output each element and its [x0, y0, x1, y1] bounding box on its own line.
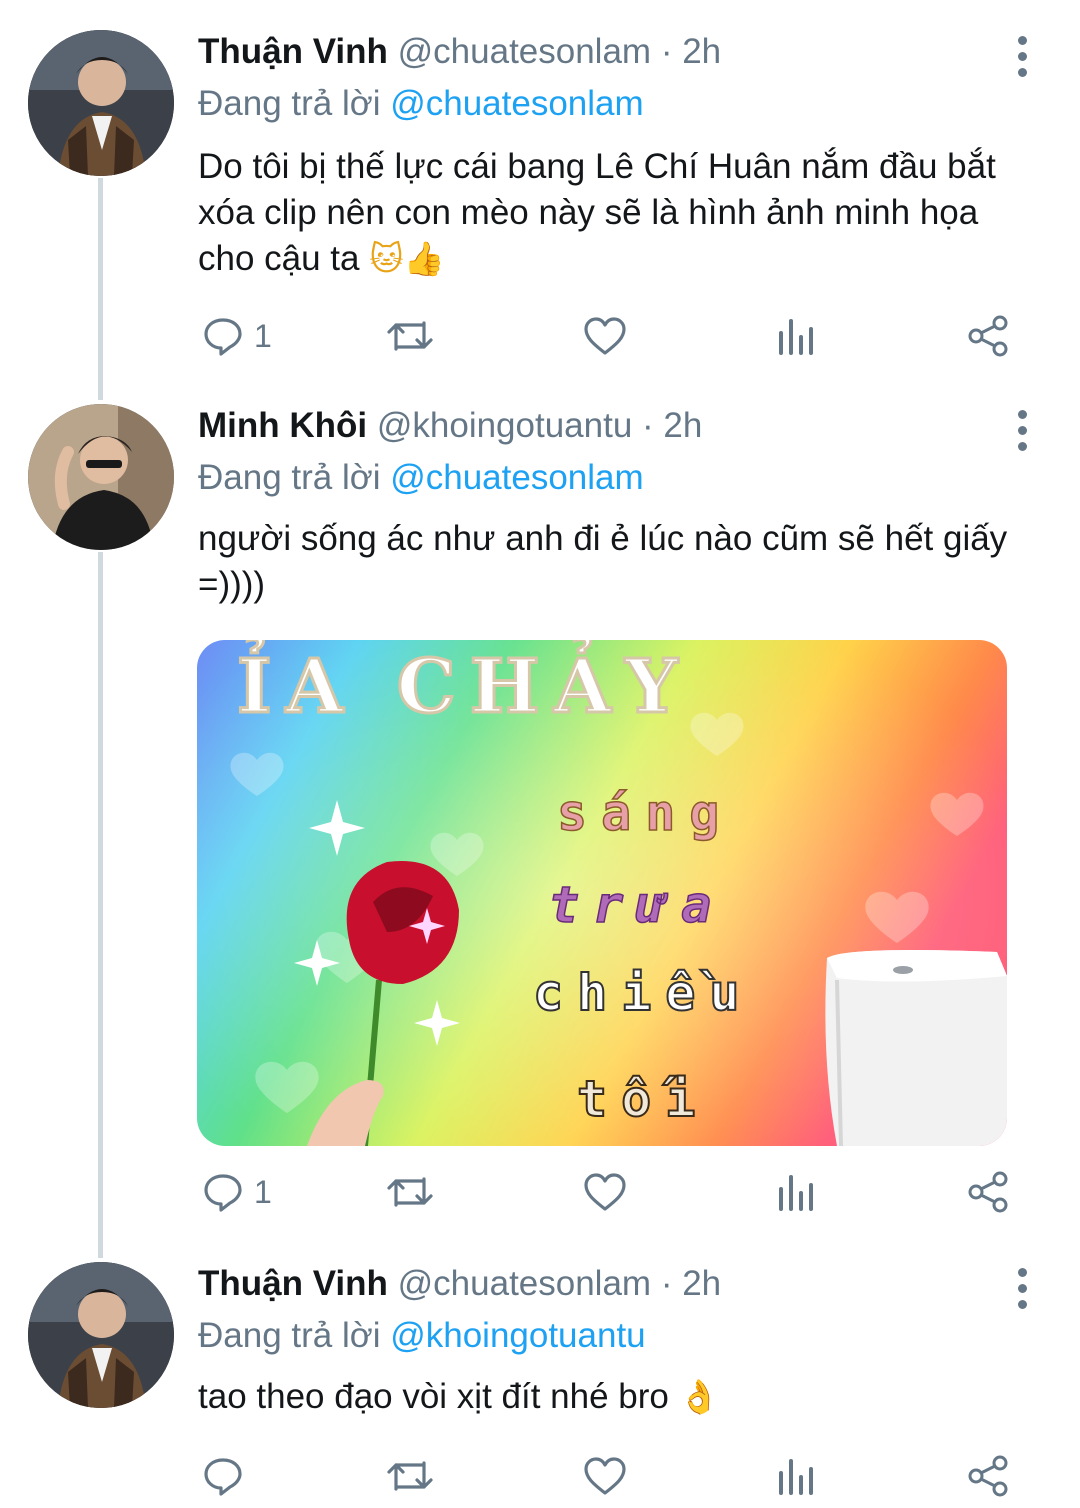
heart-icon [584, 317, 626, 355]
share-button[interactable] [966, 306, 1010, 366]
tweet-text: tao theo đạo vòi xịt đít nhé bro 👌 [198, 1374, 1038, 1420]
retweet-button[interactable] [386, 1162, 434, 1222]
analytics-button[interactable] [776, 306, 816, 366]
replying-to: Đang trả lời @khoingotuantu [198, 1314, 646, 1358]
media-line-2: trưa [549, 876, 725, 934]
reply-count: 1 [254, 317, 272, 354]
retweet-button[interactable] [386, 1446, 434, 1506]
more-options-icon[interactable] [1000, 26, 1044, 86]
replying-handle[interactable]: @chuatesonlam [390, 458, 643, 497]
tweet-text: người sống ác như anh đi ẻ lúc nào cũm s… [198, 516, 1038, 608]
analytics-icon [779, 1175, 813, 1211]
display-name[interactable]: Thuận Vinh [198, 1264, 388, 1303]
media-title: ỈA CHẢY [237, 640, 692, 730]
retweet-icon [387, 1461, 433, 1491]
analytics-icon [779, 1459, 813, 1495]
cat-face-icon: 🐱 [369, 239, 404, 278]
display-name[interactable]: Minh Khôi [198, 406, 367, 445]
display-name[interactable]: Thuận Vinh [198, 32, 388, 71]
like-button[interactable] [582, 1446, 628, 1506]
reply-count: 1 [254, 1173, 272, 1210]
timestamp[interactable]: · 2h [661, 32, 721, 71]
heart-icon [584, 1457, 626, 1495]
retweet-button[interactable] [386, 306, 434, 366]
timeline: Thuận Vinh @chuatesonlam · 2h Đang trả l… [0, 0, 1080, 1508]
tweet-media-image[interactable]: ỈA CHẢY sáng trưa chiều tối [197, 640, 1007, 1146]
ok-hand-icon: 👌 [678, 1377, 720, 1416]
handle[interactable]: @khoingotuantu [377, 406, 632, 445]
analytics-button[interactable] [776, 1446, 816, 1506]
thumbs-up-icon: 👍 [403, 239, 445, 278]
tweet-body: tao theo đạo vòi xịt đít nhé bro [198, 1377, 669, 1416]
share-button[interactable] [966, 1446, 1010, 1506]
tweet[interactable]: Minh Khôi @khoingotuantu · 2h Đang trả l… [0, 404, 1080, 1224]
tweet[interactable]: Thuận Vinh @chuatesonlam · 2h Đang trả l… [0, 30, 1080, 370]
handle[interactable]: @chuatesonlam [398, 1264, 651, 1303]
like-button[interactable] [582, 1162, 628, 1222]
avatar[interactable] [28, 1262, 174, 1408]
action-bar: 1 [198, 306, 1018, 366]
action-bar: 1 [198, 1162, 1018, 1222]
reply-button[interactable] [202, 1446, 254, 1506]
avatar[interactable] [28, 30, 174, 176]
share-icon [968, 1455, 1008, 1497]
replying-to: Đang trả lời @chuatesonlam [198, 456, 644, 500]
tweet-header: Thuận Vinh @chuatesonlam · 2h [198, 1262, 1000, 1306]
analytics-button[interactable] [776, 1162, 816, 1222]
tweet-body: người sống ác như anh đi ẻ lúc nào cũm s… [198, 519, 1008, 604]
timestamp[interactable]: · 2h [642, 406, 702, 445]
retweet-icon [387, 1177, 433, 1207]
reply-icon [204, 1458, 242, 1496]
replying-label: Đang trả lời [198, 1316, 381, 1355]
media-line-1: sáng [557, 784, 733, 842]
timestamp[interactable]: · 2h [661, 1264, 721, 1303]
share-icon [968, 1171, 1008, 1213]
reply-icon [204, 1174, 242, 1212]
replying-label: Đang trả lời [198, 458, 381, 497]
replying-label: Đang trả lời [198, 84, 381, 123]
reply-icon [204, 318, 242, 356]
action-bar [198, 1446, 1018, 1506]
replying-handle[interactable]: @chuatesonlam [390, 84, 643, 123]
retweet-icon [387, 321, 433, 351]
reply-button[interactable]: 1 [202, 306, 272, 366]
media-line-3: chiều [533, 964, 754, 1022]
heart-icon [584, 1173, 626, 1211]
more-options-icon[interactable] [1000, 400, 1044, 460]
replying-to: Đang trả lời @chuatesonlam [198, 82, 644, 126]
avatar[interactable] [28, 404, 174, 550]
tweet-header: Minh Khôi @khoingotuantu · 2h [198, 404, 1000, 448]
tweet-body: Do tôi bị thế lực cái bang Lê Chí Huân n… [198, 147, 996, 278]
analytics-icon [779, 319, 813, 355]
reply-button[interactable]: 1 [202, 1162, 272, 1222]
share-icon [968, 315, 1008, 357]
tweet[interactable]: Thuận Vinh @chuatesonlam · 2h Đang trả l… [0, 1262, 1080, 1508]
tweet-header: Thuận Vinh @chuatesonlam · 2h [198, 30, 1000, 74]
toilet-icon [825, 950, 1007, 1146]
like-button[interactable] [582, 306, 628, 366]
more-options-icon[interactable] [1000, 1258, 1044, 1318]
replying-handle[interactable]: @khoingotuantu [390, 1316, 645, 1355]
handle[interactable]: @chuatesonlam [398, 32, 651, 71]
share-button[interactable] [966, 1162, 1010, 1222]
media-line-4: tối [577, 1070, 709, 1128]
tweet-text: Do tôi bị thế lực cái bang Lê Chí Huân n… [198, 144, 1038, 282]
